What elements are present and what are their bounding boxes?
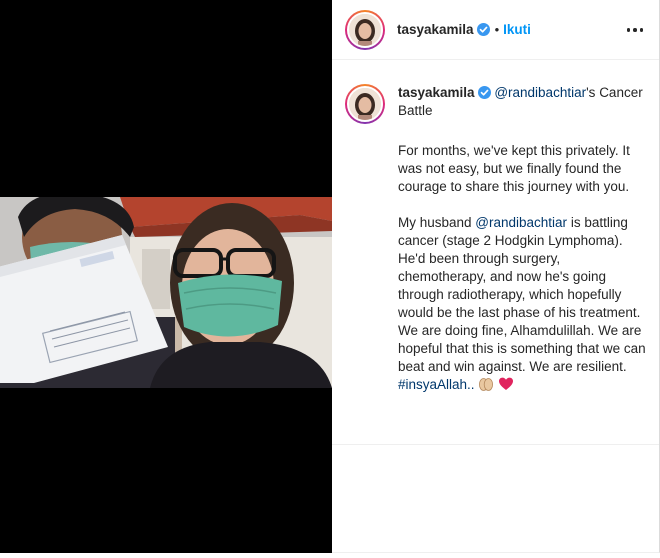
- comments-divider: [332, 444, 659, 445]
- caption-block: tasyakamila @randibachtiar's Cancer Batt…: [332, 84, 659, 394]
- mention-link[interactable]: @randibachtiar: [494, 85, 586, 100]
- avatar-image: [349, 88, 381, 120]
- verified-badge-icon: [477, 86, 491, 99]
- follow-button[interactable]: Ikuti: [503, 22, 531, 37]
- post-media-panel: [0, 0, 332, 553]
- para2-body: is battling cancer (stage 2 Hodgkin Lymp…: [398, 215, 646, 374]
- possessive-suffix: 's: [586, 85, 596, 100]
- para2-prefix: My husband: [398, 215, 476, 230]
- hashtag-link[interactable]: #insyaAllah..: [398, 377, 475, 392]
- caption-paragraph-1: For months, we've kept this privately. I…: [398, 143, 630, 194]
- caption-text: tasyakamila @randibachtiar's Cancer Batt…: [398, 84, 648, 394]
- caption-author-avatar[interactable]: [345, 84, 385, 124]
- praying-hands-emoji: [479, 378, 494, 391]
- separator-dot: •: [494, 22, 500, 37]
- post-details-panel: tasyakamila • Ikuti tasyakamila @randiba…: [332, 0, 660, 553]
- caption-paragraph-2: My husband @randibachtiar is battling ca…: [398, 214, 648, 394]
- post-photo[interactable]: [0, 197, 332, 388]
- avatar-image: [349, 13, 381, 46]
- mention-link[interactable]: @randibachtiar: [475, 215, 567, 230]
- author-username[interactable]: tasyakamila: [397, 22, 474, 37]
- caption-username[interactable]: tasyakamila: [398, 85, 475, 100]
- post-header: tasyakamila • Ikuti: [332, 0, 659, 60]
- red-heart-emoji: [499, 377, 514, 390]
- author-avatar[interactable]: [345, 9, 385, 50]
- more-options-icon[interactable]: [623, 20, 647, 40]
- verified-badge-icon: [476, 23, 490, 36]
- selfie-image: [0, 197, 332, 388]
